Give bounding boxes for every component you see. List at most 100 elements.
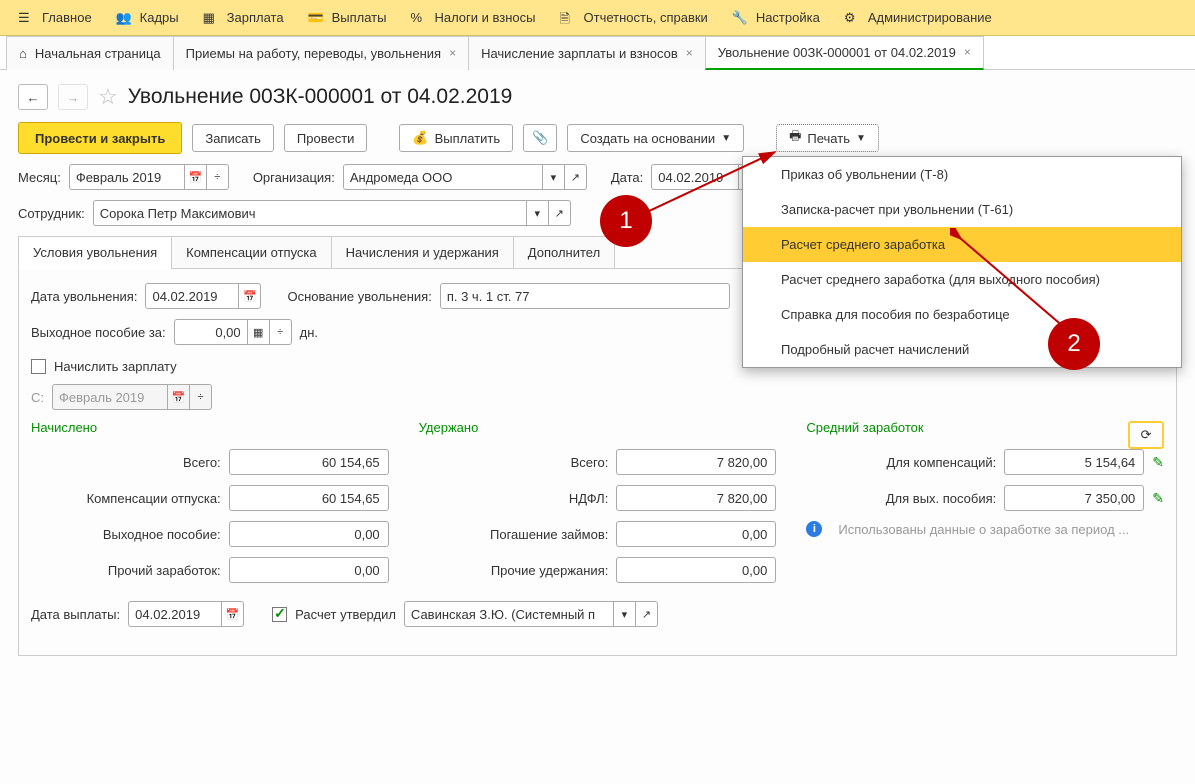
calendar-icon[interactable]: 📅 (222, 601, 244, 627)
favorite-star-icon[interactable]: ☆ (98, 84, 118, 110)
tab-compensation[interactable]: Компенсации отпуска (171, 236, 332, 269)
menu-main-hamburger[interactable]: ☰Главное (6, 0, 104, 36)
accrued-sev-label: Выходное пособие: (31, 527, 221, 542)
paydate-input[interactable]: 04.02.2019 (128, 601, 222, 627)
date-input[interactable]: 04.02.2019 (651, 164, 739, 190)
print-item-detailed[interactable]: Подробный расчет начислений (743, 332, 1181, 367)
paydate-label: Дата выплаты: (31, 607, 120, 622)
menu-reports[interactable]: 🗎Отчетность, справки (548, 0, 720, 36)
cash-icon: 💰 (412, 130, 428, 146)
print-item-avg-earnings[interactable]: Расчет среднего заработка (743, 227, 1181, 262)
close-icon[interactable]: × (686, 46, 693, 60)
table-icon: ▦ (203, 10, 219, 26)
nav-forward-button[interactable]: → (58, 84, 88, 110)
chevron-down-icon: ▼ (721, 133, 731, 144)
employee-label: Сотрудник: (18, 206, 85, 221)
withheld-other-value[interactable]: 0,00 (616, 557, 776, 583)
approved-checkbox[interactable] (272, 607, 287, 622)
menu-settings[interactable]: 🔧Настройка (720, 0, 832, 36)
month-input[interactable]: Февраль 2019 (69, 164, 185, 190)
withheld-loan-value[interactable]: 0,00 (616, 521, 776, 547)
withheld-total-value[interactable]: 7 820,00 (616, 449, 776, 475)
chevron-down-icon[interactable]: ▾ (543, 164, 565, 190)
open-icon[interactable]: ↗ (549, 200, 571, 226)
info-icon: i (806, 521, 822, 537)
post-button[interactable]: Провести (284, 124, 368, 152)
chevron-down-icon[interactable]: ▾ (527, 200, 549, 226)
open-icon[interactable]: ↗ (565, 164, 587, 190)
nav-back-button[interactable]: ← (18, 84, 48, 110)
spinner-icon[interactable]: ÷ (207, 164, 229, 190)
accrued-column: Начислено Всего:60 154,65 Компенсации от… (31, 420, 389, 593)
dismissal-date-input[interactable]: 04.02.2019 (145, 283, 239, 309)
menu-staff[interactable]: 👥Кадры (104, 0, 191, 36)
tab-hires[interactable]: Приемы на работу, переводы, увольнения× (173, 36, 469, 70)
menu-payments[interactable]: 💳Выплаты (296, 0, 399, 36)
basis-label: Основание увольнения: (287, 289, 431, 304)
print-button[interactable]: 🖶Печать ▼ (776, 124, 879, 152)
severance-label: Выходное пособие за: (31, 325, 166, 340)
avg-sev-value[interactable]: 7 350,00 (1004, 485, 1144, 511)
annotation-badge-2: 2 (1048, 318, 1100, 370)
hamburger-icon: ☰ (18, 10, 34, 26)
calculator-icon[interactable]: ▦ (248, 319, 270, 345)
tab-additional[interactable]: Дополнител (513, 236, 615, 269)
edit-pencil-icon[interactable]: ✎ (1152, 454, 1164, 471)
print-item-t8[interactable]: Приказ об увольнении (Т-8) (743, 157, 1181, 192)
refresh-button[interactable]: ⟳ (1128, 421, 1164, 449)
avg-comp-label: Для компенсаций: (806, 455, 996, 470)
accrued-other-value[interactable]: 0,00 (229, 557, 389, 583)
withheld-title: Удержано (419, 420, 777, 435)
accrued-sev-value[interactable]: 0,00 (229, 521, 389, 547)
main-menu-bar: ☰Главное 👥Кадры ▦Зарплата 💳Выплаты %Нало… (0, 0, 1195, 36)
print-item-avg-severance[interactable]: Расчет среднего заработка (для выходного… (743, 262, 1181, 297)
employee-input[interactable]: Сорока Петр Максимович (93, 200, 527, 226)
approver-input[interactable]: Савинская З.Ю. (Системный п (404, 601, 614, 627)
create-based-button[interactable]: Создать на основании ▼ (567, 124, 744, 152)
tab-conditions[interactable]: Условия увольнения (18, 236, 172, 269)
annotation-badge-1: 1 (600, 195, 652, 247)
accrued-comp-label: Компенсации отпуска: (31, 491, 221, 506)
print-item-unemployment[interactable]: Справка для пособия по безработице (743, 297, 1181, 332)
tab-charges[interactable]: Начисления и удержания (331, 236, 514, 269)
pay-button[interactable]: 💰Выплатить (399, 124, 513, 152)
edit-pencil-icon[interactable]: ✎ (1152, 490, 1164, 507)
percent-icon: % (410, 10, 426, 26)
accrued-total-value[interactable]: 60 154,65 (229, 449, 389, 475)
calendar-icon[interactable]: 📅 (239, 283, 261, 309)
menu-taxes[interactable]: %Налоги и взносы (398, 0, 547, 36)
menu-salary[interactable]: ▦Зарплата (191, 0, 296, 36)
tab-home[interactable]: ⌂Начальная страница (6, 36, 174, 70)
withheld-ndfl-value[interactable]: 7 820,00 (616, 485, 776, 511)
basis-input[interactable]: п. 3 ч. 1 ст. 77 (440, 283, 730, 309)
close-icon[interactable]: × (449, 46, 456, 60)
calendar-icon[interactable]: 📅 (185, 164, 207, 190)
org-label: Организация: (253, 170, 335, 185)
severance-days-input[interactable]: 0,00 (174, 319, 248, 345)
avg-comp-value[interactable]: 5 154,64 (1004, 449, 1144, 475)
document-icon: 🗎 (560, 10, 576, 26)
spinner-icon[interactable]: ÷ (270, 319, 292, 345)
date-label: Дата: (611, 170, 643, 185)
write-button[interactable]: Записать (192, 124, 274, 152)
header-row: ← → ☆ Увольнение 00ЗК-000001 от 04.02.20… (0, 70, 1195, 118)
from-month-input: Февраль 2019 (52, 384, 168, 410)
accrued-other-label: Прочий заработок: (31, 563, 221, 578)
approved-label: Расчет утвердил (295, 607, 396, 622)
tab-dismissal[interactable]: Увольнение 00ЗК-000001 от 04.02.2019× (705, 36, 984, 70)
attach-button[interactable]: 📎 (523, 124, 557, 152)
avg-info-text[interactable]: Использованы данные о заработке за перио… (838, 522, 1164, 537)
avg-sev-label: Для вых. пособия: (806, 491, 996, 506)
print-icon: 🖶 (789, 127, 801, 149)
post-and-close-button[interactable]: Провести и закрыть (18, 122, 182, 154)
print-item-t61[interactable]: Записка-расчет при увольнении (Т-61) (743, 192, 1181, 227)
menu-admin[interactable]: ⚙Администрирование (832, 0, 1004, 36)
org-input[interactable]: Андромеда ООО (343, 164, 543, 190)
accrue-salary-checkbox[interactable] (31, 359, 46, 374)
close-icon[interactable]: × (964, 45, 971, 59)
tab-payroll[interactable]: Начисление зарплаты и взносов× (468, 36, 706, 70)
accrued-comp-value[interactable]: 60 154,65 (229, 485, 389, 511)
accrued-title: Начислено (31, 420, 389, 435)
chevron-down-icon[interactable]: ▾ (614, 601, 636, 627)
open-icon[interactable]: ↗ (636, 601, 658, 627)
